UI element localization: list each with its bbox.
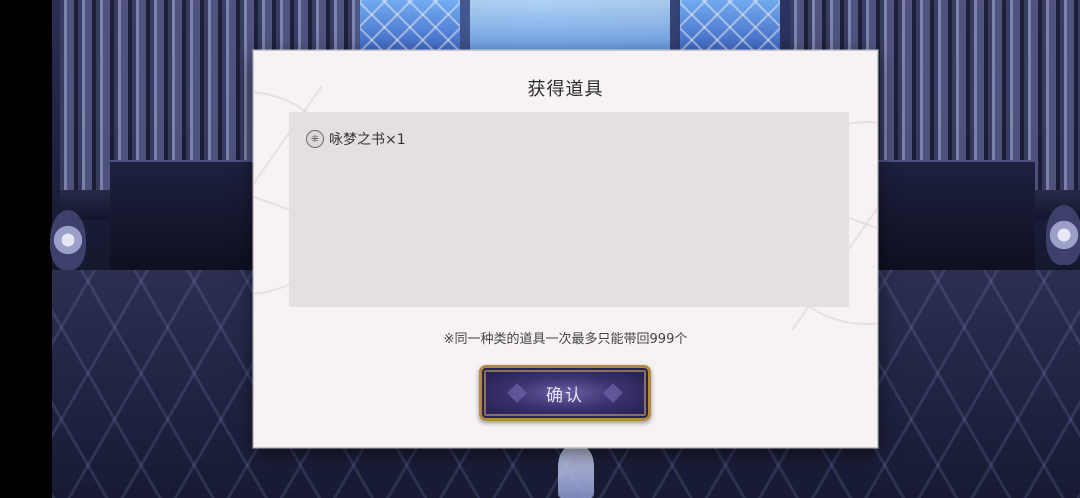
stained-glass-right xyxy=(680,0,780,55)
diamond-ornament-right xyxy=(603,383,623,403)
book-icon: ⁜ xyxy=(306,130,324,148)
list-item: ⁜ 咏梦之书×1 xyxy=(306,129,406,149)
confirm-label: 确认 xyxy=(546,385,584,406)
diamond-ornament-left xyxy=(507,383,527,403)
organ-console-left xyxy=(110,160,270,272)
items-panel: ⁜ 咏梦之书×1 xyxy=(289,112,849,307)
limit-notice: ※同一种类的道具一次最多只能带回999个 xyxy=(443,332,688,347)
dialog-title: 获得道具 xyxy=(527,79,604,100)
organ-console-right xyxy=(875,160,1035,272)
flower-vase-left xyxy=(50,210,86,270)
character-figure xyxy=(558,445,594,498)
confirm-button[interactable]: 确认 xyxy=(479,365,651,421)
stained-glass-center xyxy=(470,0,670,55)
screen-edge xyxy=(0,0,52,498)
flower-vase-right xyxy=(1046,205,1080,265)
item-label: 咏梦之书×1 xyxy=(329,132,406,148)
stained-glass-left xyxy=(360,0,460,55)
item-obtained-dialog: 获得道具 ⁜ 咏梦之书×1 ※同一种类的道具一次最多只能带回999个 确认 xyxy=(253,50,878,448)
